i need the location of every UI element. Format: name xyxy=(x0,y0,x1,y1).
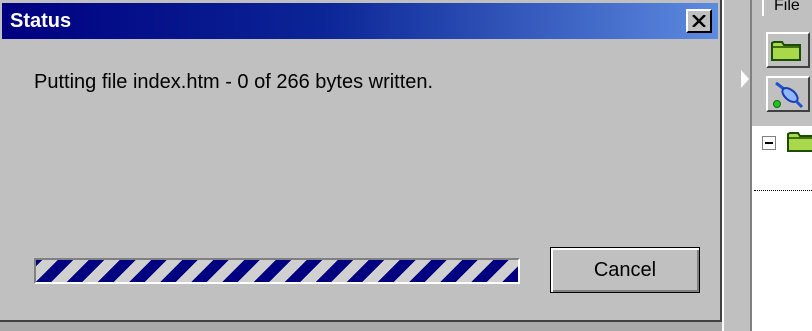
screen: Status Putting file index.htm - 0 of 266… xyxy=(0,0,812,331)
dialog-title: Status xyxy=(10,10,72,32)
progress-fill xyxy=(36,260,518,282)
files-panel: File xyxy=(750,0,812,331)
close-icon xyxy=(692,15,706,27)
files-panel-tab[interactable]: File xyxy=(762,0,812,16)
close-button[interactable] xyxy=(686,9,712,33)
connect-icon xyxy=(773,81,804,109)
folder-icon xyxy=(771,41,801,61)
connect-button[interactable] xyxy=(766,76,810,112)
tree-guide-line xyxy=(754,190,812,191)
splitter[interactable] xyxy=(722,0,750,331)
files-panel-toolbar: File xyxy=(752,0,812,126)
status-dialog: Status Putting file index.htm - 0 of 266… xyxy=(0,0,722,322)
progress-bar xyxy=(34,258,520,284)
collapse-icon[interactable] xyxy=(762,136,776,150)
tree-row[interactable] xyxy=(752,126,812,158)
dialog-titlebar[interactable]: Status xyxy=(2,3,718,39)
site-folder-button[interactable] xyxy=(766,32,810,68)
cancel-button[interactable]: Cancel xyxy=(550,247,700,293)
expand-arrow-icon[interactable] xyxy=(741,70,749,88)
status-message: Putting file index.htm - 0 of 266 bytes … xyxy=(34,71,434,93)
folder-icon xyxy=(787,132,812,152)
